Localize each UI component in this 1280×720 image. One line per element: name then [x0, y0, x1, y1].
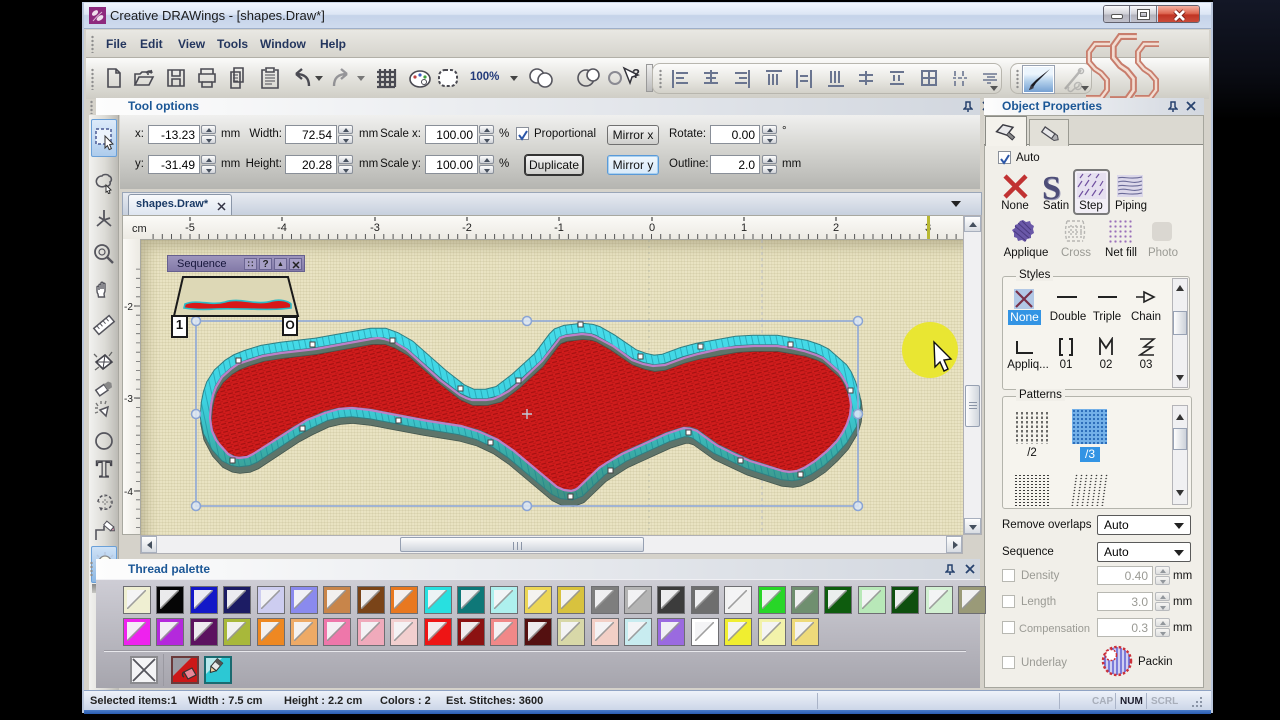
svg-text:-3: -3: [124, 394, 133, 405]
svg-text:-1: -1: [554, 222, 564, 234]
svg-text:-2: -2: [462, 222, 472, 234]
svg-text:-5: -5: [185, 222, 195, 234]
svg-text:-4: -4: [124, 487, 133, 498]
svg-text:cm: cm: [132, 223, 147, 235]
svg-text:-4: -4: [277, 222, 287, 234]
svg-text:-2: -2: [124, 302, 133, 313]
svg-text:0: 0: [649, 222, 655, 234]
svg-text:2: 2: [833, 222, 839, 234]
svg-text:-3: -3: [370, 222, 380, 234]
svg-text:1: 1: [741, 222, 747, 234]
svg-text:T: T: [96, 457, 112, 482]
svg-text:?: ?: [632, 66, 640, 81]
